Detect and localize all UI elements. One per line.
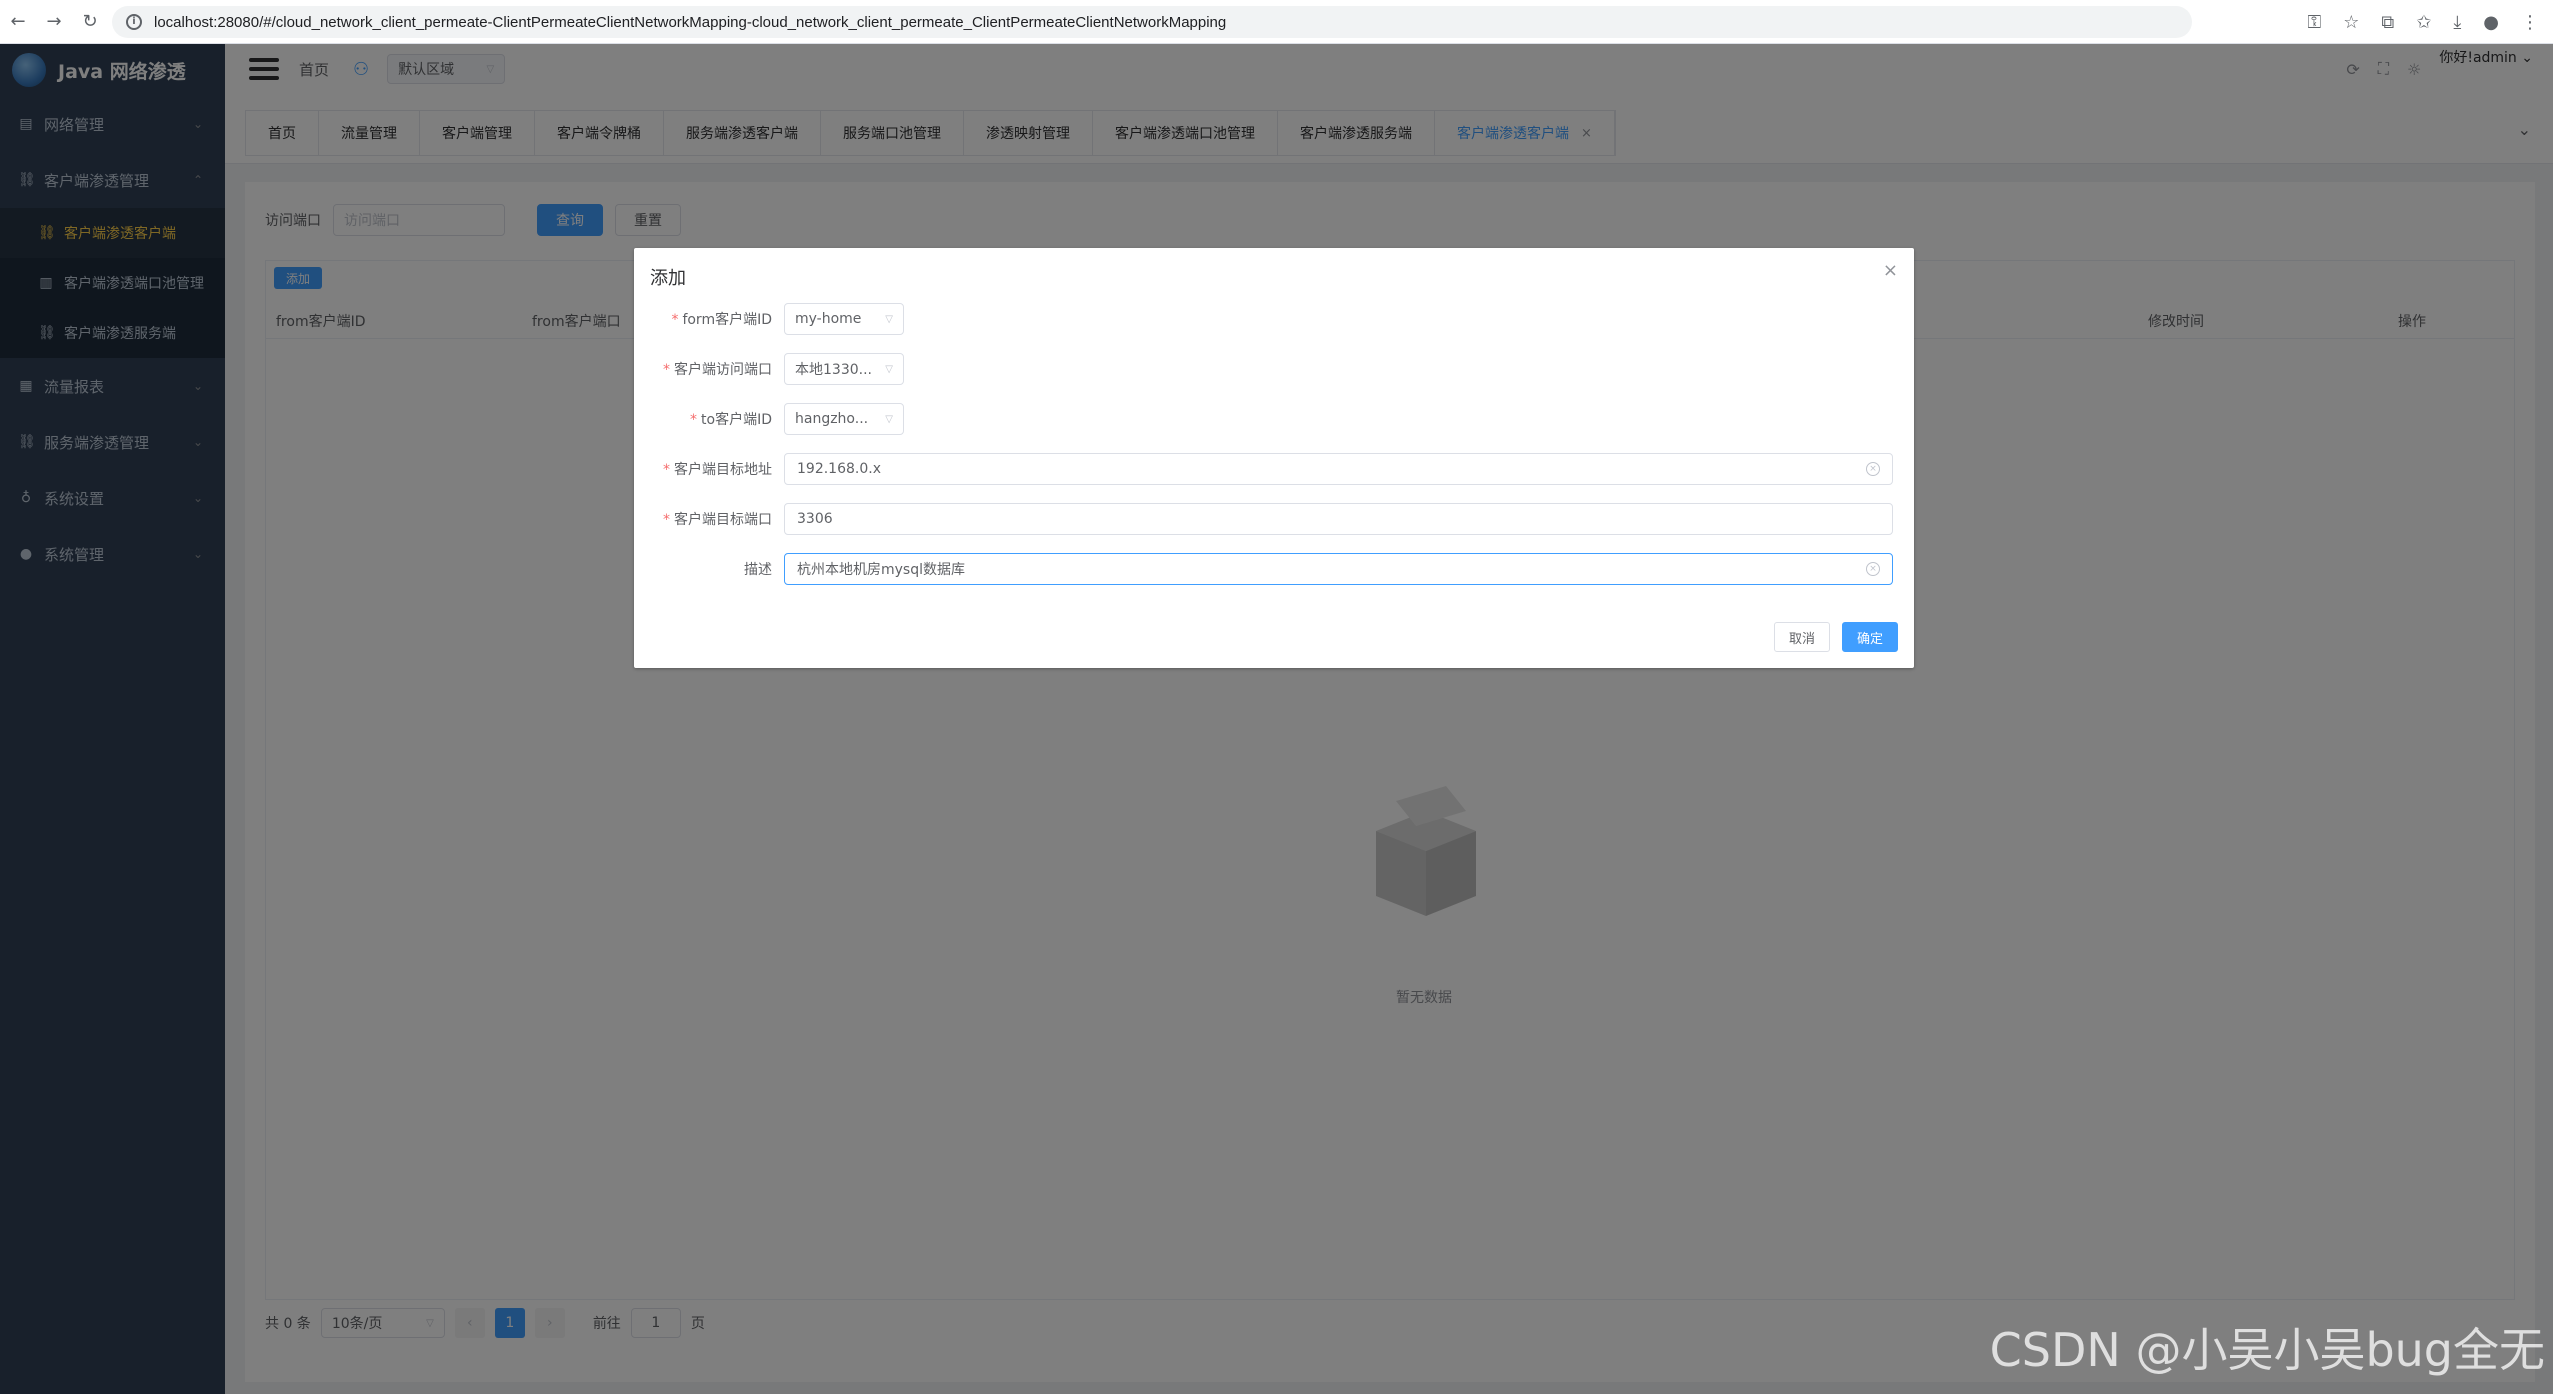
input-value: 杭州本地机房mysql数据库 — [797, 562, 965, 578]
input-value: 192.168.0.x — [797, 461, 881, 477]
browser-menu-icon[interactable]: ⋮ — [2521, 12, 2539, 33]
clear-icon[interactable]: × — [1866, 562, 1880, 576]
form-row-to-client-id: * to客户端ID hangzho... ▽ — [634, 402, 1914, 436]
select-value: 本地1330... — [795, 362, 872, 378]
watermark: CSDN @小吴小吴bug全无 — [1989, 1323, 2545, 1377]
close-icon[interactable]: × — [1883, 260, 1898, 281]
from-client-id-select[interactable]: my-home ▽ — [784, 303, 904, 335]
target-port-input[interactable]: 3306 — [784, 503, 1893, 535]
back-icon[interactable]: ← — [0, 4, 36, 40]
form-label: * to客户端ID — [690, 412, 772, 428]
target-address-input[interactable]: 192.168.0.x × — [784, 453, 1893, 485]
form-label-text: 客户端目标地址 — [674, 462, 772, 478]
form-label-text: to客户端ID — [701, 412, 772, 428]
bookmark-star-icon[interactable]: ☆ — [2343, 12, 2359, 33]
dialog-title: 添加 — [650, 268, 686, 289]
form-row-from-client-id: * form客户端ID my-home ▽ — [634, 302, 1914, 336]
dialog-footer: 取消 确定 — [1773, 622, 1898, 652]
form-label-text: form客户端ID — [682, 312, 772, 328]
form-label-text: 客户端访问端口 — [674, 362, 772, 378]
download-icon[interactable]: ⤓ — [2453, 12, 2461, 33]
form-row-description: 描述 杭州本地机房mysql数据库 × — [634, 552, 1914, 586]
to-client-id-select[interactable]: hangzho... ▽ — [784, 403, 904, 435]
url-text: localhost:28080/#/cloud_network_client_p… — [154, 13, 1227, 31]
cancel-button[interactable]: 取消 — [1773, 622, 1830, 652]
confirm-button[interactable]: 确定 — [1841, 622, 1898, 652]
forward-icon[interactable]: → — [36, 4, 72, 40]
modal-overlay[interactable] — [0, 44, 2553, 1394]
form-label: 描述 — [634, 559, 784, 579]
favorites-icon[interactable]: ✩ — [2416, 12, 2431, 33]
form-row-target-address: * 客户端目标地址 192.168.0.x × — [634, 452, 1914, 486]
chevron-down-icon: ▽ — [885, 413, 893, 425]
form-label: * 客户端目标地址 — [663, 462, 772, 478]
description-input[interactable]: 杭州本地机房mysql数据库 × — [784, 553, 1893, 585]
form-label: * form客户端ID — [671, 312, 772, 328]
browser-toolbar: ← → ↻ i localhost:28080/#/cloud_network_… — [0, 0, 2553, 44]
form-label-text: 描述 — [744, 562, 772, 578]
password-key-icon[interactable]: ⚿ — [2308, 12, 2322, 33]
reload-icon[interactable]: ↻ — [72, 4, 108, 40]
client-access-port-select[interactable]: 本地1330... ▽ — [784, 353, 904, 385]
clear-icon[interactable]: × — [1866, 462, 1880, 476]
extensions-icon[interactable]: ⧉ — [2381, 12, 2394, 33]
form-label: * 客户端访问端口 — [663, 362, 772, 378]
add-dialog: 添加 × * form客户端ID my-home ▽ * 客户端访问端口 本地133… — [634, 248, 1914, 668]
select-value: my-home — [795, 311, 862, 327]
form-label: * 客户端目标端口 — [663, 512, 772, 528]
form-row-target-port: * 客户端目标端口 3306 — [634, 502, 1914, 536]
chevron-down-icon: ▽ — [885, 313, 893, 325]
address-bar[interactable]: i localhost:28080/#/cloud_network_client… — [112, 6, 2192, 38]
form-row-client-access-port: * 客户端访问端口 本地1330... ▽ — [634, 352, 1914, 386]
chevron-down-icon: ▽ — [885, 363, 893, 375]
profile-icon[interactable]: ● — [2483, 12, 2499, 33]
select-value: hangzho... — [795, 411, 869, 427]
site-info-icon[interactable]: i — [126, 14, 142, 30]
input-value: 3306 — [797, 511, 833, 527]
form-label-text: 客户端目标端口 — [674, 512, 772, 528]
